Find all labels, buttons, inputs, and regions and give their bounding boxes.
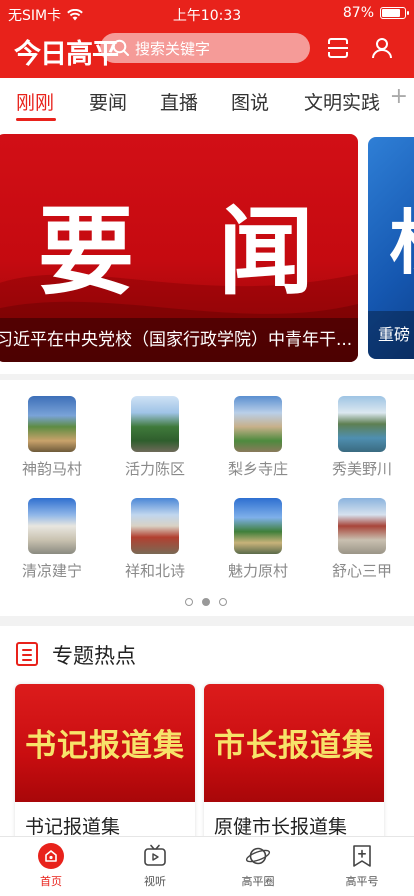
page-indicator — [185, 598, 227, 606]
village-label: 梨乡寺庄 — [227, 460, 288, 478]
channel-tabs: 刚刚 要闻 直播 图说 文明实践 + — [0, 78, 414, 122]
status-bar: 无SIM卡 上午10:33 87% — [0, 0, 414, 26]
nav-account[interactable]: 高平号 — [332, 843, 392, 889]
village-grid: 神韵马村 活力陈区 梨乡寺庄 秀美野川 清凉建宁 祥和北诗 魅力原村 舒心三甲 — [0, 380, 414, 616]
bookmark-plus-icon — [349, 843, 375, 869]
banner-big-character: 权 — [390, 187, 414, 288]
tab-zhi-bo[interactable]: 直播 — [160, 88, 198, 115]
search-icon — [112, 39, 129, 56]
banner-caption: 重磅 — [368, 311, 414, 359]
active-tab-indicator — [16, 118, 56, 121]
banner-big-character-2: 闻 — [218, 195, 314, 308]
village-item[interactable]: 秀美野川 — [322, 396, 402, 479]
nav-circle[interactable]: 高平圈 — [228, 843, 288, 889]
banner-slide-next[interactable]: 权 重磅 — [368, 137, 414, 359]
banner-slide[interactable]: 要 闻 习近平在中央党校（国家行政学院）中青年干... — [0, 134, 358, 362]
scan-icon[interactable] — [326, 36, 350, 60]
village-item[interactable]: 活力陈区 — [115, 396, 195, 479]
search-placeholder: 搜索关键字 — [135, 39, 211, 58]
topic-card-image-text: 书记报道集 — [25, 728, 185, 764]
page-dot[interactable] — [185, 598, 193, 606]
nav-circle-label: 高平圈 — [241, 875, 275, 888]
tab-wen-ming-shi-jian[interactable]: 文明实践 — [304, 88, 380, 115]
village-thumbnail — [131, 498, 179, 554]
tv-icon — [142, 843, 168, 869]
user-icon[interactable] — [370, 36, 394, 60]
village-label: 清凉建宁 — [21, 562, 82, 580]
topics-title: 专题热点 — [52, 644, 136, 668]
topics-list-icon — [16, 642, 38, 666]
add-channel-icon[interactable]: + — [390, 84, 408, 109]
planet-icon — [245, 843, 271, 869]
village-label: 祥和北诗 — [124, 562, 185, 580]
status-right: 87% — [342, 5, 409, 21]
village-item[interactable]: 舒心三甲 — [322, 498, 402, 581]
village-thumbnail — [28, 498, 76, 554]
village-thumbnail — [234, 396, 282, 452]
village-thumbnail — [338, 396, 386, 452]
village-item[interactable]: 清凉建宁 — [12, 498, 92, 581]
banner-big-character-1: 要 — [38, 195, 134, 308]
topic-card[interactable]: 书记报道集 书记报道集 — [15, 684, 195, 844]
village-item[interactable]: 神韵马村 — [12, 396, 92, 479]
village-item[interactable]: 魅力原村 — [218, 498, 298, 581]
village-thumbnail — [131, 396, 179, 452]
topic-card-image: 书记报道集 — [15, 684, 195, 802]
village-label: 秀美野川 — [331, 460, 392, 478]
banner-carousel: 要 闻 习近平在中央党校（国家行政学院）中青年干... 权 重磅 — [0, 122, 414, 374]
topic-card-image: 市长报道集 — [204, 684, 384, 802]
page-dot-active[interactable] — [202, 598, 210, 606]
village-label: 魅力原村 — [227, 562, 288, 580]
village-label: 活力陈区 — [124, 460, 185, 478]
tab-yao-wen[interactable]: 要闻 — [89, 88, 127, 115]
home-icon — [38, 843, 64, 869]
tab-gang-gang[interactable]: 刚刚 — [16, 88, 54, 115]
nav-home[interactable]: 首页 — [21, 843, 81, 889]
battery-icon — [380, 7, 409, 19]
search-input[interactable]: 搜索关键字 — [100, 33, 310, 63]
nav-home-label: 首页 — [40, 875, 62, 888]
page-dot[interactable] — [219, 598, 227, 606]
nav-video[interactable]: 视听 — [125, 843, 185, 889]
bottom-navigation: 首页 视听 高平圈 高平号 — [0, 836, 414, 896]
village-label: 神韵马村 — [21, 460, 82, 478]
topics-section: 专题热点 书记报道集 书记报道集 市长报道集 原健市长报道集 — [0, 626, 414, 844]
village-thumbnail — [338, 498, 386, 554]
nav-video-label: 视听 — [144, 875, 166, 888]
app-header: 无SIM卡 上午10:33 87% 今日高平 搜索关键字 — [0, 0, 414, 78]
village-item[interactable]: 祥和北诗 — [115, 498, 195, 581]
topic-card-title: 书记报道集 — [25, 816, 121, 838]
topic-card-image-text: 市长报道集 — [214, 728, 374, 764]
topic-card[interactable]: 市长报道集 原健市长报道集 — [204, 684, 384, 844]
village-item[interactable]: 梨乡寺庄 — [218, 396, 298, 479]
banner-caption: 习近平在中央党校（国家行政学院）中青年干... — [0, 318, 358, 362]
village-thumbnail — [234, 498, 282, 554]
village-label: 舒心三甲 — [331, 562, 392, 580]
battery-percent: 87% — [342, 5, 374, 21]
village-thumbnail — [28, 396, 76, 452]
topic-card-title: 原健市长报道集 — [214, 816, 348, 838]
tab-tu-shuo[interactable]: 图说 — [231, 88, 269, 115]
nav-account-label: 高平号 — [345, 875, 379, 888]
